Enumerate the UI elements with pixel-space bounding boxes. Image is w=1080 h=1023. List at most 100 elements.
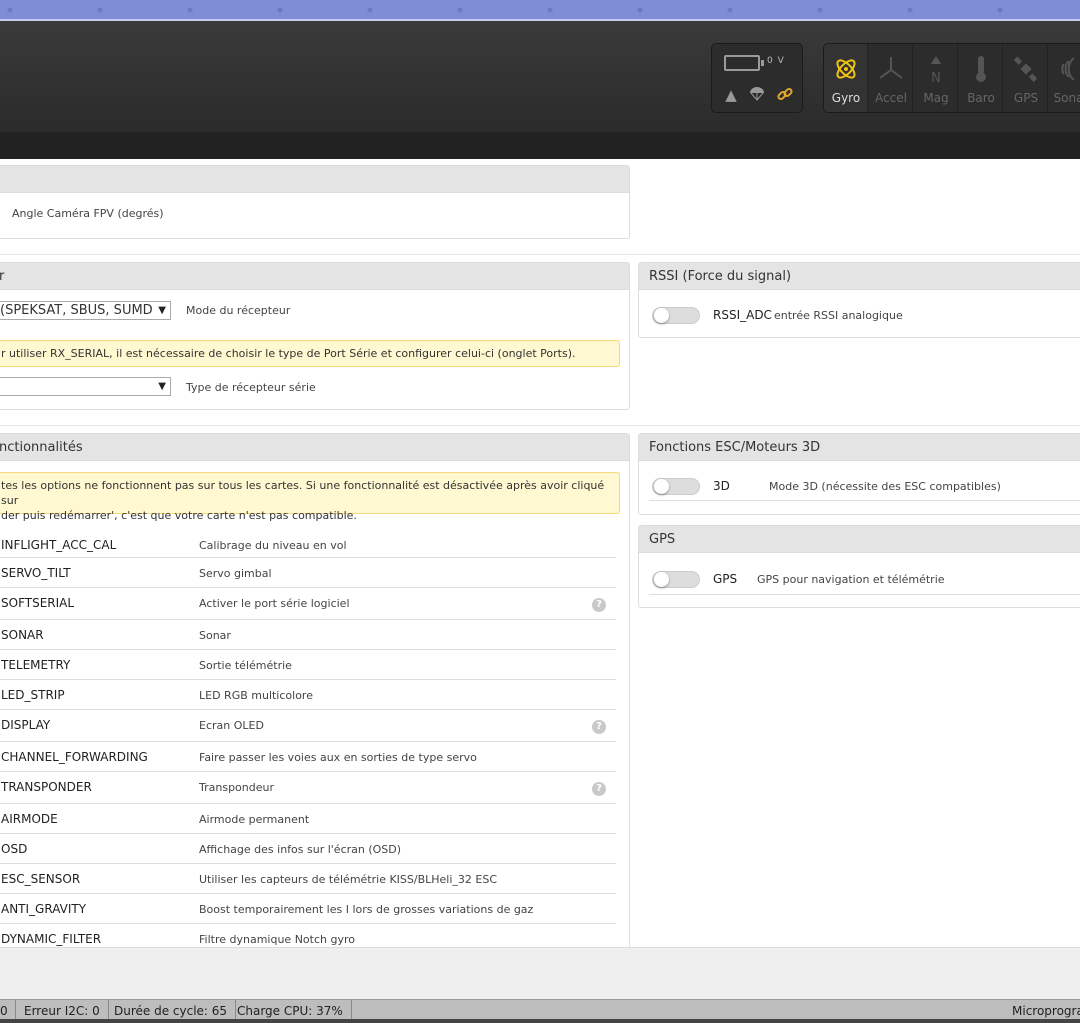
serial-receiver-label: Type de récepteur série	[186, 381, 316, 394]
feature-desc: Faire passer les voies aux en sorties de…	[199, 751, 477, 764]
feature-desc: Sortie télémétrie	[199, 659, 292, 672]
sensor-baro: Baro	[959, 44, 1003, 112]
gps-toggle[interactable]	[652, 571, 700, 588]
gyro-icon	[836, 59, 856, 79]
sensor-sonar: Sonar	[1049, 44, 1080, 112]
feature-row: ANTI_GRAVITY Boost temporairement les I l…	[0, 894, 616, 924]
chevron-down-icon: ▼	[158, 305, 166, 316]
feature-desc: Airmode permanent	[199, 813, 310, 826]
feature-name: DYNAMIC_FILTER	[1, 932, 102, 946]
separator	[0, 425, 1080, 426]
feature-desc: Affichage des infos sur l'écran (OSD)	[199, 843, 402, 856]
camera-angle-label: Angle Caméra FPV (degrés)	[12, 207, 164, 220]
battery-widget: 0 V ▲	[711, 43, 803, 113]
feature-row: TELEMETRY Sortie télémétrie	[0, 650, 616, 680]
feature-name: INFLIGHT_ACC_CAL	[1, 538, 117, 552]
receiver-panel: r (SPEKSAT, SBUS, SUMD ▼ Mode du récepte…	[0, 262, 630, 410]
feature-desc: Transpondeur	[199, 781, 274, 794]
3d-name: 3D	[713, 479, 730, 493]
chevron-down-icon: ▼	[158, 381, 166, 392]
feature-row: INFLIGHT_ACC_CAL Calibrage du niveau en v…	[0, 530, 616, 558]
feature-row: CHANNEL_FORWARDING Faire passer les voies…	[0, 742, 616, 772]
sensor-accel: Accel	[869, 44, 913, 112]
help-icon[interactable]: ?	[592, 782, 606, 796]
feature-desc: Calibrage du niveau en vol	[199, 539, 347, 552]
feature-name: DISPLAY	[1, 718, 51, 732]
camera-panel-header	[0, 166, 629, 193]
receiver-mode-select[interactable]: (SPEKSAT, SBUS, SUMD ▼	[0, 301, 171, 320]
receiver-panel-title: r	[0, 263, 629, 290]
link-icon	[776, 86, 794, 104]
sensor-gyro: Gyro	[824, 44, 868, 112]
feature-row: SOFTSERIAL Activer le port série logiciel…	[0, 588, 616, 620]
feature-desc: Ecran OLED	[199, 719, 264, 732]
sensor-gps: GPS	[1004, 44, 1048, 112]
features-panel-title: nctionnalités	[0, 434, 629, 461]
feature-name: LED_STRIP	[1, 688, 65, 702]
feature-row: OSD Affichage des infos sur l'écran (OSD)	[0, 834, 616, 864]
feature-row: TRANSPONDER Transpondeur?	[0, 772, 616, 804]
help-icon[interactable]: ?	[592, 598, 606, 612]
esc3d-panel-title: Fonctions ESC/Moteurs 3D	[639, 434, 1080, 461]
gps-icon	[1013, 56, 1038, 82]
gps-desc: GPS pour navigation et télémétrie	[757, 573, 945, 586]
accel-icon	[879, 57, 903, 79]
sonar-icon	[1061, 57, 1075, 81]
feature-name: ESC_SENSOR	[1, 872, 81, 886]
desktop-strip	[0, 0, 1080, 21]
features-panel: nctionnalités tes les options ne fonctio…	[0, 433, 630, 963]
feature-desc: Activer le port série logiciel	[199, 597, 350, 610]
feature-name: TRANSPONDER	[1, 780, 92, 794]
save-toolbar	[0, 947, 1080, 999]
sensor-mag: N Mag	[914, 44, 958, 112]
app-header: 0 V ▲ Gyro Accel N Mag Baro GPS Son	[0, 21, 1080, 132]
rssi-panel: RSSI (Force du signal) RSSI_ADC entrée R…	[638, 262, 1080, 338]
parachute-icon	[748, 86, 766, 104]
divider	[649, 500, 1080, 501]
feature-row: SONAR Sonar	[0, 620, 616, 650]
receiver-note: r utiliser RX_SERIAL, il est nécessaire …	[0, 340, 620, 367]
feature-name: OSD	[1, 842, 28, 856]
battery-voltage: 0 V	[767, 56, 785, 66]
feature-name: AIRMODE	[1, 812, 58, 826]
baro-icon	[976, 56, 986, 82]
feature-desc: LED RGB multicolore	[199, 689, 313, 702]
svg-text:N: N	[931, 71, 941, 84]
feature-desc: Filtre dynamique Notch gyro	[199, 933, 355, 946]
gps-name: GPS	[713, 572, 738, 586]
features-note: tes les options ne fonctionnent pas sur …	[0, 472, 620, 522]
feature-desc: Sonar	[199, 629, 231, 642]
feature-desc: Servo gimbal	[199, 567, 272, 580]
gps-panel-title: GPS	[639, 526, 1080, 553]
taskbar-strip	[0, 1019, 1080, 1023]
battery-icon	[724, 55, 764, 71]
help-icon[interactable]: ?	[592, 720, 606, 734]
serial-receiver-select[interactable]: ▼	[0, 377, 171, 396]
feature-name: ANTI_GRAVITY	[1, 902, 87, 916]
feature-name: SONAR	[1, 628, 44, 642]
feature-name: SOFTSERIAL	[1, 596, 75, 610]
feature-name: CHANNEL_FORWARDING	[1, 750, 148, 764]
rssi-toggle[interactable]	[652, 307, 700, 324]
status-icons: ▲	[722, 86, 797, 106]
feature-row: DISPLAY Ecran OLED?	[0, 710, 616, 742]
divider	[649, 594, 1080, 595]
camera-panel: Angle Caméra FPV (degrés)	[0, 165, 630, 239]
feature-desc: Boost temporairement les I lors de gross…	[199, 903, 534, 916]
3d-toggle[interactable]	[652, 478, 700, 495]
feature-name: TELEMETRY	[1, 658, 71, 672]
3d-desc: Mode 3D (nécessite des ESC compatibles)	[769, 480, 1001, 493]
feature-row: ESC_SENSOR Utiliser les capteurs de télém…	[0, 864, 616, 894]
feature-row: LED_STRIP LED RGB multicolore	[0, 680, 616, 710]
feature-name: SERVO_TILT	[1, 566, 71, 580]
feature-desc: Utiliser les capteurs de télémétrie KISS…	[199, 873, 498, 886]
feature-row: AIRMODE Airmode permanent	[0, 804, 616, 834]
rssi-name: RSSI_ADC	[713, 308, 772, 322]
esc3d-panel: Fonctions ESC/Moteurs 3D 3D Mode 3D (néc…	[638, 433, 1080, 515]
feature-row: SERVO_TILT Servo gimbal	[0, 558, 616, 588]
tab-subbar	[0, 132, 1080, 159]
sensor-status-bar: Gyro Accel N Mag Baro GPS Son	[823, 43, 1080, 113]
mag-icon: N	[931, 56, 941, 84]
rssi-panel-title: RSSI (Force du signal)	[639, 263, 1080, 290]
gps-panel: GPS GPS GPS pour navigation et télémétri…	[638, 525, 1080, 608]
